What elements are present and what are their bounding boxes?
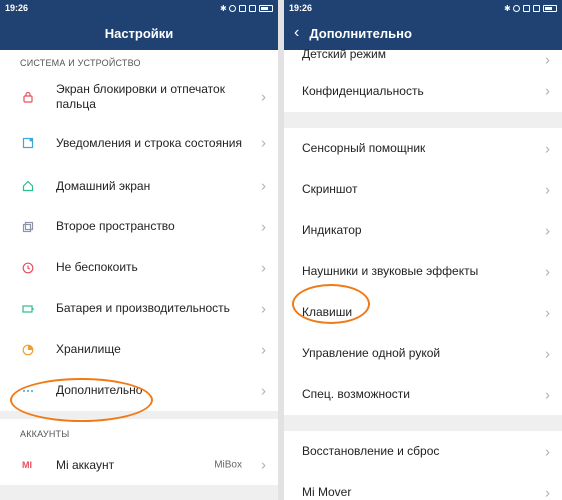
battery-status-icon	[543, 4, 557, 12]
settings-item-label: Сенсорный помощник	[302, 141, 426, 155]
settings-item-second-space[interactable]: Второе пространство ›	[0, 206, 278, 247]
settings-item-kids-mode[interactable]: Детский режим ›	[284, 47, 562, 70]
bluetooth-icon: ✱	[220, 3, 227, 13]
chevron-right-icon: ›	[545, 304, 550, 321]
status-time: 19:26	[289, 3, 313, 13]
settings-item-label: Хранилище	[56, 342, 121, 356]
mi-icon: MI	[22, 460, 32, 470]
settings-item-label: Восстановление и сброс	[302, 444, 440, 458]
settings-item-label: Детский режим	[302, 47, 386, 61]
chevron-right-icon: ›	[261, 218, 266, 235]
settings-item-label: Конфиденциальность	[302, 83, 424, 98]
status-icons: ✱	[504, 3, 557, 13]
battery-icon	[22, 304, 34, 313]
section-header-accounts: АККАУНТЫ	[20, 429, 70, 439]
chevron-right-icon: ›	[261, 134, 266, 152]
chevron-right-icon: ›	[261, 88, 266, 106]
home-icon	[22, 180, 34, 192]
wifi-icon	[523, 4, 530, 12]
section-header-system: СИСТЕМА И УСТРОЙСТВО	[20, 58, 141, 68]
settings-item-do-not-disturb[interactable]: Не беспокоить ›	[0, 247, 278, 288]
settings-item-mi-account[interactable]: MI Mi аккаунт MiBox ›	[0, 445, 278, 485]
settings-item-additional[interactable]: Дополнительно ›	[0, 370, 278, 411]
settings-item-notifications[interactable]: Уведомления и строка состояния ›	[0, 120, 278, 166]
chevron-right-icon: ›	[545, 263, 550, 280]
additional-settings-screen: 19:26 ✱ ‹ Дополнительно Детский режим › …	[284, 0, 562, 500]
chevron-right-icon: ›	[261, 341, 266, 358]
status-time: 19:26	[5, 3, 29, 13]
account-value: MiBox	[214, 459, 242, 471]
settings-item-label: Управление одной рукой	[302, 346, 441, 360]
settings-item-label: Экран блокировки и отпечаток пальца	[56, 82, 225, 111]
settings-item-home-screen[interactable]: Домашний экран ›	[0, 166, 278, 206]
settings-item-accessibility[interactable]: Спец. возможности ›	[284, 374, 562, 415]
settings-item-label: Mi аккаунт	[56, 457, 115, 472]
settings-item-label: Спец. возможности	[302, 387, 410, 401]
settings-screen: 19:26 ✱ Настройки СИСТЕМА И УСТРОЙСТВО Э…	[0, 0, 278, 500]
page-title: Настройки	[0, 16, 278, 50]
chevron-right-icon: ›	[261, 177, 266, 195]
more-icon	[23, 389, 33, 392]
chevron-right-icon: ›	[545, 443, 550, 460]
status-bar: 19:26 ✱	[0, 0, 278, 16]
settings-item-label: Батарея и производительность	[56, 301, 230, 315]
settings-item-headphones[interactable]: Наушники и звуковые эффекты ›	[284, 251, 562, 292]
settings-item-indicator[interactable]: Индикатор ›	[284, 210, 562, 251]
lock-icon	[23, 91, 33, 103]
alarm-icon	[513, 4, 520, 12]
do-not-disturb-icon	[22, 262, 34, 273]
settings-item-label: Уведомления и строка состояния	[56, 135, 242, 150]
settings-item-backup-reset[interactable]: Восстановление и сброс ›	[284, 431, 562, 472]
settings-item-one-handed[interactable]: Управление одной рукой ›	[284, 333, 562, 374]
settings-item-battery[interactable]: Батарея и производительность ›	[0, 288, 278, 329]
chevron-right-icon: ›	[261, 382, 266, 399]
section-gap	[0, 485, 278, 500]
chevron-right-icon: ›	[545, 51, 550, 69]
settings-item-buttons[interactable]: Клавиши ›	[284, 292, 562, 333]
chevron-right-icon: ›	[261, 300, 266, 317]
storage-icon	[22, 344, 34, 355]
status-icons: ✱	[220, 3, 273, 13]
chevron-right-icon: ›	[545, 484, 550, 500]
chevron-right-icon: ›	[545, 386, 550, 403]
sim-icon	[249, 4, 256, 12]
settings-item-label: Клавиши	[302, 305, 353, 319]
section-gap	[284, 415, 562, 431]
settings-item-lockscreen[interactable]: Экран блокировки и отпечаток пальца ›	[0, 74, 278, 120]
status-bar: 19:26 ✱	[284, 0, 562, 16]
notification-icon	[22, 137, 34, 149]
page-title: Дополнительно	[309, 25, 412, 41]
settings-item-mi-mover[interactable]: Mi Mover ›	[284, 472, 562, 500]
chevron-right-icon: ›	[545, 140, 550, 157]
settings-item-label: Mi Mover	[302, 485, 352, 499]
title-bar: ‹ Дополнительно	[284, 16, 562, 50]
settings-item-label: Дополнительно	[56, 383, 143, 397]
alarm-icon	[229, 4, 236, 12]
settings-item-label: Не беспокоить	[56, 260, 138, 274]
section-gap	[284, 112, 562, 128]
settings-item-privacy[interactable]: Конфиденциальность ›	[284, 70, 562, 112]
chevron-right-icon: ›	[545, 222, 550, 239]
chevron-right-icon: ›	[545, 181, 550, 198]
chevron-right-icon: ›	[261, 259, 266, 276]
settings-item-label: Наушники и звуковые эффекты	[302, 264, 479, 278]
chevron-right-icon: ›	[545, 345, 550, 362]
section-gap	[0, 411, 278, 419]
chevron-right-icon: ›	[261, 456, 266, 474]
chevron-right-icon: ›	[545, 82, 550, 100]
back-arrow-icon[interactable]: ‹	[294, 25, 299, 41]
battery-status-icon	[259, 4, 273, 12]
settings-item-label: Второе пространство	[56, 219, 175, 233]
settings-item-storage[interactable]: Хранилище ›	[0, 329, 278, 370]
sim-icon	[533, 4, 540, 12]
bluetooth-icon: ✱	[504, 3, 511, 13]
settings-item-label: Индикатор	[302, 223, 362, 237]
wifi-icon	[239, 4, 246, 12]
settings-item-touch-assistant[interactable]: Сенсорный помощник ›	[284, 128, 562, 169]
settings-item-label: Домашний экран	[56, 178, 151, 193]
settings-item-screenshot[interactable]: Скриншот ›	[284, 169, 562, 210]
settings-item-label: Скриншот	[302, 182, 358, 196]
second-space-icon	[22, 221, 34, 232]
